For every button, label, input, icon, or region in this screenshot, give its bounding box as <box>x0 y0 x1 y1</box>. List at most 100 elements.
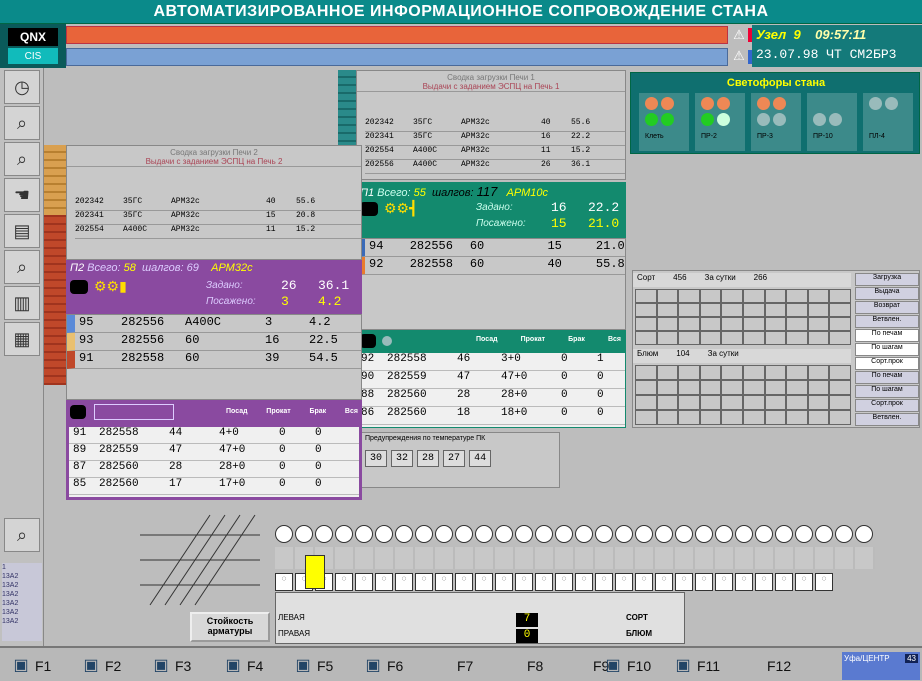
grid-cell[interactable] <box>699 395 722 410</box>
grid-cell[interactable] <box>656 395 679 410</box>
stand-button[interactable] <box>775 525 793 543</box>
roller-icon[interactable]: ◌ <box>335 573 353 591</box>
stand-button[interactable] <box>615 525 633 543</box>
stand-button[interactable] <box>515 525 533 543</box>
grid-cell[interactable] <box>764 331 787 345</box>
sort-side-item[interactable]: Ветвлен. <box>855 315 919 328</box>
grid-cell[interactable] <box>656 365 679 380</box>
stand-button[interactable] <box>275 525 293 543</box>
grid-cell[interactable] <box>786 331 808 345</box>
roller-icon[interactable]: ◌ <box>595 573 613 591</box>
grid-cell[interactable] <box>829 365 851 380</box>
function-key-f6[interactable]: ▣ F6 <box>362 652 403 680</box>
stand-button[interactable] <box>575 525 593 543</box>
stand-button[interactable] <box>495 525 513 543</box>
sort-tab[interactable]: Сорт <box>637 273 655 287</box>
roller-icon[interactable]: ◌ <box>275 573 293 591</box>
function-key-f4[interactable]: ▣ F4 <box>222 652 263 680</box>
grid-cell[interactable] <box>635 317 657 331</box>
table-row[interactable]: 202342 35ГС АРМ32с 40 55.6 <box>365 118 625 132</box>
grid-cell[interactable] <box>699 331 722 345</box>
roller-icon[interactable]: ◌ <box>615 573 633 591</box>
sort-side-item[interactable]: Ветвлен. <box>855 413 919 426</box>
grid-cell[interactable] <box>829 331 851 345</box>
roller-icon[interactable]: ◌ <box>475 573 493 591</box>
sort-side-item[interactable]: Выдача <box>855 287 919 300</box>
stand-button[interactable] <box>555 525 573 543</box>
hand-icon[interactable]: ☚ <box>4 178 40 212</box>
grid-cell[interactable] <box>656 303 679 317</box>
grid-cell[interactable] <box>699 410 722 425</box>
stand-button[interactable] <box>835 525 853 543</box>
grid-cell[interactable] <box>678 410 700 425</box>
grid-cell[interactable] <box>678 331 700 345</box>
stand-button[interactable] <box>655 525 673 543</box>
table-row[interactable]: 86 282560 18 18+0 0 0 <box>357 407 625 425</box>
grid-cell[interactable] <box>807 331 830 345</box>
table-row[interactable]: 202341 35ГС АРМ32с 15 20.8 <box>75 211 361 225</box>
grid-cell[interactable] <box>721 380 743 395</box>
grid-cell[interactable] <box>764 303 787 317</box>
roller-icon[interactable]: ◌ <box>395 573 413 591</box>
grid-cell[interactable] <box>829 289 851 303</box>
table-row[interactable]: 85 282560 17 17+0 0 0 <box>69 478 359 495</box>
grid-cell[interactable] <box>656 317 679 331</box>
roller-icon[interactable]: ◌ <box>815 573 833 591</box>
table-row[interactable]: 92 282558 46 3+0 0 1 <box>357 353 625 371</box>
stand-button[interactable] <box>695 525 713 543</box>
grid-cell[interactable] <box>743 395 765 410</box>
sort-side-item[interactable]: По печам <box>855 371 919 384</box>
grid-cell[interactable] <box>743 365 765 380</box>
stand-button[interactable] <box>315 525 333 543</box>
grid-cell[interactable] <box>721 303 743 317</box>
node-center-indicator[interactable]: Уфа/ЦЕНТР 43 <box>842 652 920 680</box>
grid-cell[interactable] <box>635 410 657 425</box>
function-key-f11[interactable]: ▣ F11 <box>672 652 720 680</box>
warning-icon[interactable]: ⚠ <box>730 27 748 43</box>
grid-cell[interactable] <box>721 289 743 303</box>
function-key-f5[interactable]: ▣ F5 <box>292 652 333 680</box>
sort-side-item[interactable]: Сорт.прок <box>855 357 919 370</box>
roller-icon[interactable]: ◌ <box>735 573 753 591</box>
blum-tab[interactable]: Блюм <box>637 349 658 363</box>
roller-icon[interactable]: ◌ <box>775 573 793 591</box>
grid-cell[interactable] <box>635 395 657 410</box>
grid-cell[interactable] <box>786 289 808 303</box>
function-key-f3[interactable]: ▣ F3 <box>150 652 191 680</box>
stand-button[interactable] <box>355 525 373 543</box>
furnace2-icon[interactable] <box>70 280 88 294</box>
grid-cell[interactable] <box>807 303 830 317</box>
table-row[interactable]: 89 282559 47 47+0 0 0 <box>69 444 359 461</box>
table-row[interactable]: 202341 35ГС АРМ32с 16 22.2 <box>365 132 625 146</box>
grid-cell[interactable] <box>721 331 743 345</box>
function-key-f8[interactable]: F8 <box>502 652 543 680</box>
furnace2-output-icon[interactable] <box>70 405 86 419</box>
grid-cell[interactable] <box>743 303 765 317</box>
roller-icon[interactable]: ◌ <box>675 573 693 591</box>
chart-icon[interactable]: ▥ <box>4 286 40 320</box>
document-icon[interactable]: ▤ <box>4 214 40 248</box>
grid-cell[interactable] <box>829 395 851 410</box>
grid-icon[interactable]: ▦ <box>4 322 40 356</box>
grid-cell[interactable] <box>656 410 679 425</box>
roller-icon[interactable]: ◌ <box>695 573 713 591</box>
stand-button[interactable] <box>395 525 413 543</box>
roller-icon[interactable]: ◌ <box>575 573 593 591</box>
table-row[interactable]: 91 282558 60 39 54.5 <box>67 351 361 369</box>
roller-icon[interactable]: ◌ <box>375 573 393 591</box>
stand-button[interactable] <box>855 525 873 543</box>
roller-icon[interactable]: ◌ <box>355 573 373 591</box>
function-key-f12[interactable]: F12 <box>742 652 791 680</box>
grid-cell[interactable] <box>656 289 679 303</box>
sort-side-item[interactable]: Возврат <box>855 301 919 314</box>
function-key-f1[interactable]: ▣ F1 <box>10 652 51 680</box>
stand-button[interactable] <box>795 525 813 543</box>
roller-icon[interactable]: ◌ <box>415 573 433 591</box>
grid-cell[interactable] <box>635 380 657 395</box>
grid-cell[interactable] <box>656 331 679 345</box>
armature-durability-button[interactable]: Стойкость арматуры <box>190 612 270 642</box>
furnace1-output-icon[interactable] <box>360 334 376 348</box>
table-row[interactable]: 87 282560 28 28+0 0 0 <box>69 461 359 478</box>
grid-cell[interactable] <box>743 331 765 345</box>
function-key-f2[interactable]: ▣ F2 <box>80 652 121 680</box>
